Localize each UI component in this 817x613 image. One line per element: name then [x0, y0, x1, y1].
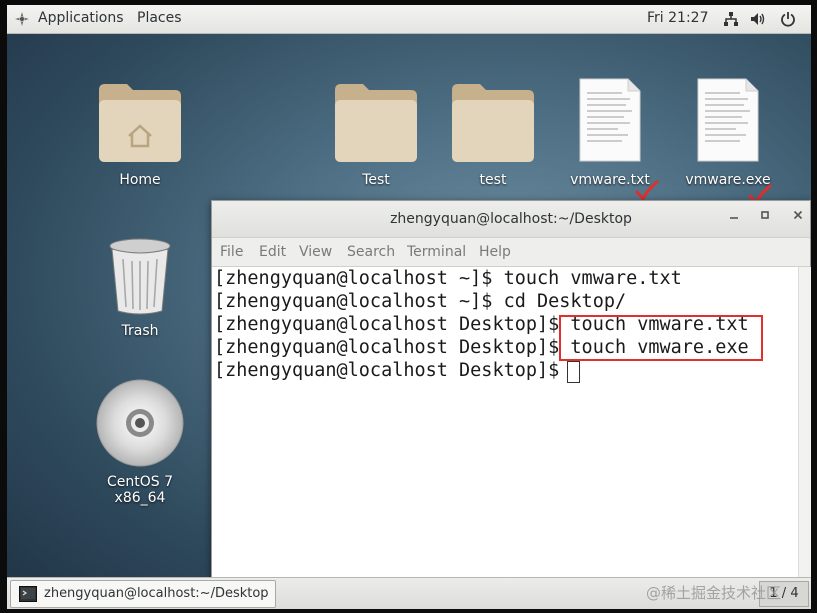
top-panel: Applications Places Fri 21:27 — [7, 5, 811, 34]
terminal-cursor — [567, 361, 580, 383]
menu-search[interactable]: Search — [347, 244, 395, 260]
trash-icon — [109, 238, 171, 315]
desktop-icon-label: test — [479, 172, 507, 188]
menu-file[interactable]: File — [220, 244, 243, 260]
folder-icon — [452, 84, 534, 162]
minimize-button[interactable] — [724, 209, 744, 229]
maximize-button[interactable] — [755, 209, 775, 229]
taskbar-window-label: zhengyquan@localhost:~/Desktop — [44, 586, 269, 601]
desktop-icon-label: Trash — [121, 323, 159, 339]
menu-terminal[interactable]: Terminal — [407, 244, 466, 260]
places-menu[interactable]: Places — [137, 10, 182, 26]
desktop-icon-vmware-exe[interactable]: vmware.exe — [673, 77, 783, 195]
optical-disc-icon — [96, 379, 184, 467]
close-icon — [793, 210, 803, 220]
terminal-line: [zhengyquan@localhost Desktop]$ — [214, 360, 571, 381]
terminal-titlebar[interactable]: zhengyquan@localhost:~/Desktop — [212, 201, 810, 238]
minimize-icon — [730, 217, 738, 219]
desktop-icon-folder-test[interactable]: test — [438, 80, 548, 195]
desktop-icon-home[interactable]: Home — [85, 80, 195, 195]
desktop-icon-centos-disc[interactable]: CentOS 7 x86_64 — [85, 378, 195, 506]
terminal-line: [zhengyquan@localhost ~]$ cd Desktop/ — [214, 291, 627, 312]
applications-logo-icon — [15, 12, 29, 26]
maximize-icon — [761, 211, 769, 219]
desktop-icon-folder-Test[interactable]: Test — [321, 80, 431, 195]
power-icon[interactable] — [780, 11, 796, 27]
desktop-icon-label: CentOS 7 x86_64 — [106, 474, 173, 506]
desktop-icon-label: Home — [119, 172, 161, 188]
desktop-icon-vmware-txt[interactable]: vmware.txt — [555, 77, 665, 195]
home-folder-icon — [99, 84, 181, 162]
terminal-menubar: File Edit View Search Terminal Help — [212, 238, 810, 267]
menu-view[interactable]: View — [299, 244, 332, 260]
desktop-icon-trash[interactable]: Trash — [85, 237, 195, 345]
desktop-icon-label: Test — [362, 172, 390, 188]
menu-edit[interactable]: Edit — [259, 244, 286, 260]
network-icon[interactable] — [723, 11, 739, 27]
menu-help[interactable]: Help — [479, 244, 511, 260]
terminal-output[interactable]: [zhengyquan@localhost ~]$ touch vmware.t… — [212, 267, 798, 586]
close-button[interactable] — [788, 209, 808, 229]
taskbar-window-button[interactable]: zhengyquan@localhost:~/Desktop — [10, 580, 276, 608]
clock[interactable]: Fri 21:27 — [647, 10, 708, 26]
red-highlight-annotation — [559, 315, 763, 361]
watermark: @稀土掘金技术社区 — [646, 584, 782, 602]
red-checkmark-annotation — [635, 180, 659, 202]
folder-icon — [335, 84, 417, 162]
desktop-screen: Applications Places Fri 21:27 Home Test … — [7, 5, 811, 609]
terminal-scrollbar[interactable] — [798, 267, 811, 586]
terminal-line: [zhengyquan@localhost ~]$ touch vmware.t… — [214, 268, 682, 289]
terminal-app-icon — [19, 586, 37, 602]
text-file-icon — [579, 78, 641, 162]
applications-menu[interactable]: Applications — [38, 10, 124, 26]
terminal-window[interactable]: zhengyquan@localhost:~/Desktop File Edit… — [211, 200, 811, 587]
text-file-icon — [697, 78, 759, 162]
terminal-title: zhengyquan@localhost:~/Desktop — [390, 211, 632, 227]
volume-icon[interactable] — [750, 11, 766, 27]
